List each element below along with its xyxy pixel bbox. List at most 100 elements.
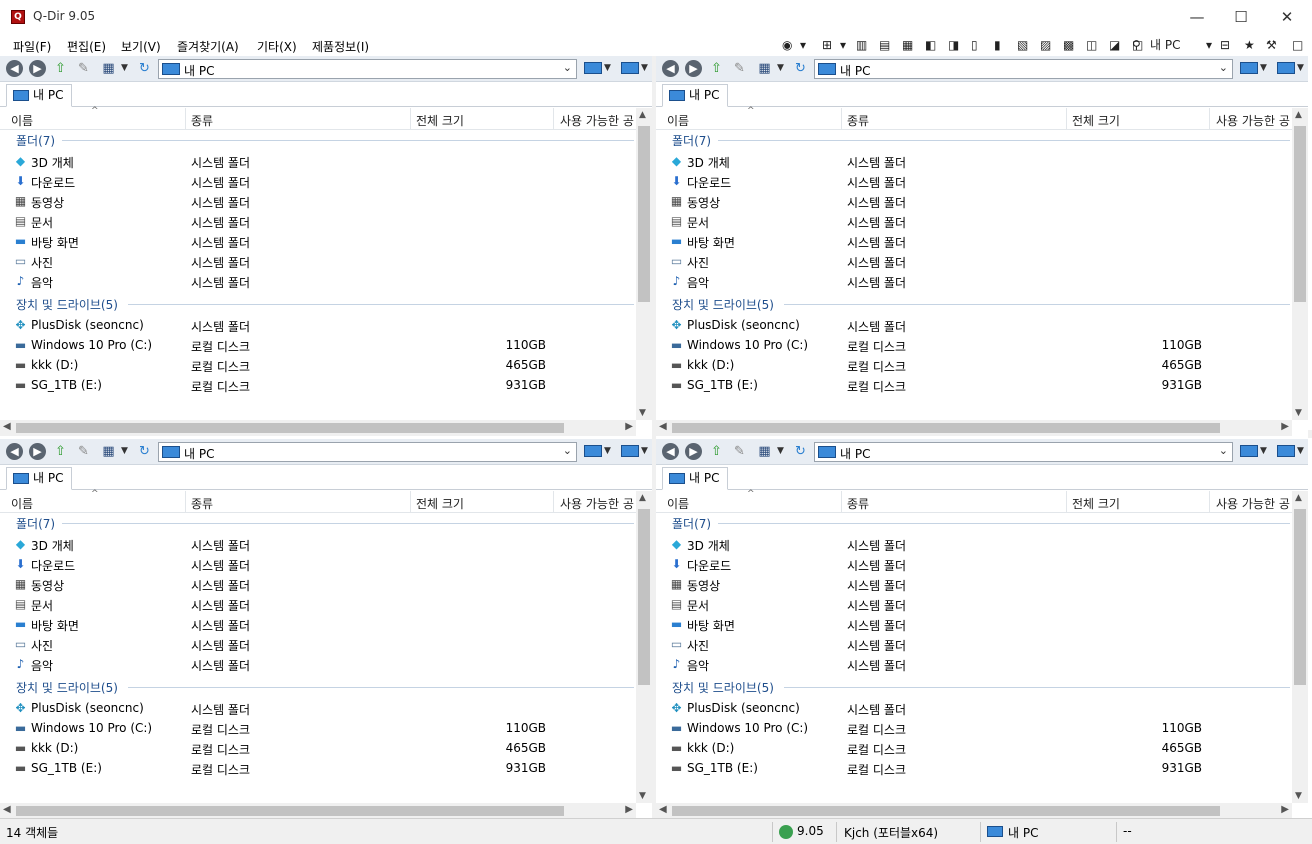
scroll-thumb[interactable] <box>16 423 564 433</box>
refresh-icon[interactable]: ↻ <box>136 60 153 77</box>
scroll-up-icon[interactable]: ▲ <box>639 110 646 120</box>
scroll-up-icon[interactable]: ▲ <box>639 493 646 503</box>
folder-options-icon[interactable]: ✎ <box>731 60 748 77</box>
list-item[interactable]: ▬ 바탕 화면 시스템 폴더 <box>0 614 636 634</box>
group-folders[interactable]: 폴더(7) <box>0 130 636 150</box>
column-1[interactable]: 이름 <box>667 112 689 129</box>
scroll-left-icon[interactable]: ◀ <box>3 804 11 815</box>
layout-option-icon-7[interactable]: ▮ <box>994 36 1001 54</box>
list-item[interactable]: ♪ 음악 시스템 폴더 <box>0 654 636 674</box>
list-item[interactable]: ✥ PlusDisk (seoncnc) 시스템 폴더 <box>656 315 1292 335</box>
column-1[interactable]: 이름 <box>11 495 33 512</box>
forward-icon[interactable]: ▶ <box>685 60 702 77</box>
list-item[interactable]: ✥ PlusDisk (seoncnc) 시스템 폴더 <box>656 698 1292 718</box>
list-item[interactable]: ▬ SG_1TB (E:) 로컬 디스크 931GB <box>0 375 636 395</box>
list-item[interactable]: ✥ PlusDisk (seoncnc) 시스템 폴더 <box>0 315 636 335</box>
layout-option-icon-9[interactable]: ▨ <box>1040 36 1051 54</box>
list-item[interactable]: ▬ 바탕 화면 시스템 폴더 <box>656 231 1292 251</box>
view-alt-dropdown-icon[interactable]: ▼ <box>641 446 648 456</box>
list-item[interactable]: ▭ 사진 시스템 폴더 <box>0 251 636 271</box>
layout-option-icon-2[interactable]: ▤ <box>879 36 890 54</box>
list-item[interactable]: ▦ 동영상 시스템 폴더 <box>0 191 636 211</box>
list-item[interactable]: ♪ 음악 시스템 폴더 <box>656 271 1292 291</box>
layout-option-icon-5[interactable]: ◨ <box>948 36 959 54</box>
address-bar[interactable]: 내 PC ⌄ <box>814 442 1233 462</box>
layout-option-icon-1[interactable]: ▥ <box>856 36 867 54</box>
list-item[interactable]: ▬ 바탕 화면 시스템 폴더 <box>656 614 1292 634</box>
menu-info[interactable]: 제품정보(I) <box>312 38 369 55</box>
scroll-thumb[interactable] <box>638 509 650 685</box>
column-4[interactable]: 사용 가능한 공 <box>560 495 634 512</box>
list-item[interactable]: ◆ 3D 개체 시스템 폴더 <box>0 151 636 171</box>
group-devices[interactable]: 장치 및 드라이브(5) <box>0 294 636 314</box>
view-icon[interactable] <box>1240 445 1258 457</box>
address-dropdown-icon[interactable]: ⌄ <box>1219 61 1228 74</box>
view-alt-dropdown-icon[interactable]: ▼ <box>1297 63 1304 73</box>
up-folder-icon[interactable]: ⇧ <box>708 60 725 77</box>
globe-dropdown-icon[interactable]: ▾ <box>800 36 806 54</box>
view-mode-dropdown-icon[interactable]: ▼ <box>777 63 784 73</box>
view-mode-icon[interactable]: ▦ <box>756 60 773 77</box>
menu-view[interactable]: 보기(V) <box>121 38 161 55</box>
maximize-button[interactable]: ☐ <box>1218 4 1264 30</box>
back-icon[interactable]: ◀ <box>6 443 23 460</box>
address-dropdown-icon[interactable]: ⌄ <box>563 444 572 457</box>
view-icon[interactable] <box>584 62 602 74</box>
list-item[interactable]: ▤ 문서 시스템 폴더 <box>0 211 636 231</box>
group-devices[interactable]: 장치 및 드라이브(5) <box>0 677 636 697</box>
address-dropdown-icon[interactable]: ⌄ <box>563 61 572 74</box>
scroll-right-icon[interactable]: ▶ <box>1281 804 1289 815</box>
refresh-icon[interactable]: ↻ <box>136 443 153 460</box>
forward-icon[interactable]: ▶ <box>29 443 46 460</box>
list-item[interactable]: ▬ Windows 10 Pro (C:) 로컬 디스크 110GB <box>656 718 1292 738</box>
list-item[interactable]: ▬ kkk (D:) 로컬 디스크 465GB <box>656 355 1292 375</box>
list-item[interactable]: ▬ Windows 10 Pro (C:) 로컬 디스크 110GB <box>0 718 636 738</box>
group-folders[interactable]: 폴더(7) <box>0 513 636 533</box>
layout-option-icon-10[interactable]: ▩ <box>1063 36 1074 54</box>
list-item[interactable]: ▬ kkk (D:) 로컬 디스크 465GB <box>0 355 636 375</box>
back-icon[interactable]: ◀ <box>6 60 23 77</box>
refresh-icon[interactable]: ↻ <box>792 60 809 77</box>
minimize-button[interactable]: — <box>1174 4 1220 30</box>
group-devices[interactable]: 장치 및 드라이브(5) <box>656 294 1292 314</box>
vertical-scrollbar[interactable]: ▲ ▼ <box>636 491 652 803</box>
scroll-left-icon[interactable]: ◀ <box>659 804 667 815</box>
list-item[interactable]: ▦ 동영상 시스템 폴더 <box>656 574 1292 594</box>
list-item[interactable]: ◆ 3D 개체 시스템 폴더 <box>656 534 1292 554</box>
globe-icon[interactable]: ◉ <box>782 36 792 54</box>
scroll-thumb[interactable] <box>672 423 1220 433</box>
up-folder-icon[interactable]: ⇧ <box>708 443 725 460</box>
column-1[interactable]: 이름 <box>11 112 33 129</box>
list-item[interactable]: ▦ 동영상 시스템 폴더 <box>656 191 1292 211</box>
list-item[interactable]: ◆ 3D 개체 시스템 폴더 <box>0 534 636 554</box>
vertical-scrollbar[interactable]: ▲ ▼ <box>1292 491 1308 803</box>
scroll-down-icon[interactable]: ▼ <box>639 791 646 801</box>
up-folder-icon[interactable]: ⇧ <box>52 443 69 460</box>
scroll-thumb[interactable] <box>1294 509 1306 685</box>
column-3[interactable]: 전체 크기 <box>1072 495 1120 512</box>
layout-option-icon-4[interactable]: ◧ <box>925 36 936 54</box>
close-button[interactable]: ✕ <box>1264 4 1310 30</box>
list-item[interactable]: ▬ SG_1TB (E:) 로컬 디스크 931GB <box>656 758 1292 778</box>
view-icon[interactable] <box>584 445 602 457</box>
scroll-right-icon[interactable]: ▶ <box>1281 421 1289 432</box>
tree-icon[interactable]: ⊟ <box>1220 36 1230 54</box>
list-item[interactable]: ▦ 동영상 시스템 폴더 <box>0 574 636 594</box>
view-dropdown-icon[interactable]: ▼ <box>604 63 611 73</box>
app-icon[interactable]: Q <box>11 10 25 24</box>
forward-icon[interactable]: ▶ <box>685 443 702 460</box>
tab-my-pc[interactable]: 내 PC <box>662 467 729 490</box>
scroll-thumb[interactable] <box>638 126 650 302</box>
view-alt-dropdown-icon[interactable]: ▼ <box>641 63 648 73</box>
location-dropdown-icon[interactable]: ▾ <box>1206 36 1212 54</box>
view-dropdown-icon[interactable]: ▼ <box>1260 63 1267 73</box>
list-item[interactable]: ▭ 사진 시스템 폴더 <box>656 634 1292 654</box>
group-folders[interactable]: 폴더(7) <box>656 130 1292 150</box>
menu-file[interactable]: 파일(F) <box>13 38 51 55</box>
back-icon[interactable]: ◀ <box>662 443 679 460</box>
scroll-up-icon[interactable]: ▲ <box>1295 110 1302 120</box>
scroll-right-icon[interactable]: ▶ <box>625 421 633 432</box>
column-4[interactable]: 사용 가능한 공 <box>1216 112 1290 129</box>
view-alt-icon[interactable] <box>1277 62 1295 74</box>
scroll-down-icon[interactable]: ▼ <box>1295 791 1302 801</box>
